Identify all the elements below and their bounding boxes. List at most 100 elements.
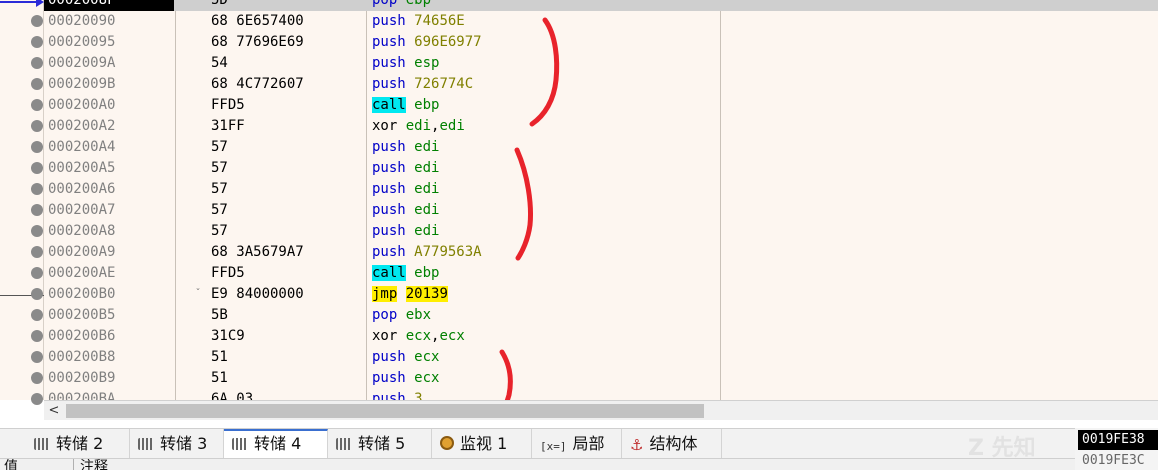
operand-register: ebx [405,307,432,323]
tab-locals[interactable]: [x=] 局部 [532,429,622,459]
instruction-mnemonic: push [372,202,406,218]
disasm-row[interactable]: 000200BA 6A 03 push 3 [44,389,1158,400]
instruction-address: 000200BA [48,391,116,400]
tab-dump-4[interactable]: 转储 4 [224,429,328,459]
breakpoint-dot-icon[interactable] [31,162,43,174]
instruction-address: 000200A2 [48,118,116,134]
breakpoint-dot-icon[interactable] [31,225,43,237]
instruction-bytes: FFD5 [211,97,245,113]
tab-dump-3[interactable]: 转储 3 [130,429,224,459]
breakpoint-dot-icon[interactable] [31,246,43,258]
scroll-left-button[interactable]: < [44,401,64,421]
comment-column-header[interactable]: 注释 [80,459,108,470]
tab-label: 转储 5 [358,434,406,453]
value-column-header[interactable]: 值 [4,459,18,470]
breakpoint-dot-icon[interactable] [31,141,43,153]
breakpoint-dot-icon[interactable] [31,351,43,363]
instruction-text: push 726774C [372,74,473,95]
breakpoint-gutter[interactable] [0,0,44,405]
stack-panel[interactable]: 0019FE38 0019FE3C [1075,428,1158,470]
watermark-logo: Z 先知 [968,436,1036,461]
column-separator[interactable] [73,459,74,470]
disasm-row[interactable]: 000200AE FFD5 call ebp [44,263,1158,284]
operand-register: ebp [414,265,440,281]
tab-watch-1[interactable]: 监视 1 [432,429,532,459]
instruction-mnemonic: push [372,223,406,239]
scrollbar-thumb[interactable] [66,404,704,418]
operand-value: 3 [414,391,423,400]
disasm-row[interactable]: 00020090 68 6E657400 push 74656E [44,11,1158,32]
tab-dump-5[interactable]: 转储 5 [328,429,432,459]
disasm-row[interactable]: 000200A2 31FF xor edi,edi [44,116,1158,137]
instruction-mnemonic: pop [372,0,398,8]
breakpoint-dot-icon[interactable] [31,288,43,300]
disasm-row[interactable]: 000200B6 31C9 xor ecx,ecx [44,326,1158,347]
operand-register: ebp [414,97,440,113]
instruction-address: 000200A9 [48,244,116,260]
instruction-address: 000200AE [48,265,116,281]
dump-icon [138,438,154,450]
disasm-row[interactable]: 000200A6 57 push edi [44,179,1158,200]
tab-label: 转储 4 [254,434,302,453]
disassembly-view[interactable]: 0002008F 5D pop ebp 00020090 68 6E657400 push… [44,0,1158,400]
instruction-text: pop ebp [372,0,431,11]
disasm-row[interactable]: 000200A8 57 push edi [44,221,1158,242]
breakpoint-dot-icon[interactable] [31,78,43,90]
breakpoint-dot-icon[interactable] [31,309,43,321]
operand-register: edi [414,160,440,176]
instruction-bytes: 31FF [211,118,245,134]
operand-register: edi [414,181,440,197]
instruction-text: push ecx [372,347,439,368]
instruction-text: call ebp [372,95,439,116]
instruction-mnemonic: xor [372,328,398,344]
instruction-bytes: 68 77696E69 [211,34,304,50]
disasm-row[interactable]: 000200B8 51 push ecx [44,347,1158,368]
stack-address-current[interactable]: 0019FE38 [1078,430,1158,450]
disasm-row[interactable]: 000200B5 5B pop ebx [44,305,1158,326]
breakpoint-dot-icon[interactable] [31,183,43,195]
disasm-row[interactable]: 000200B0 ˇ E9 84000000 jmp 20139 [44,284,1158,305]
breakpoint-dot-icon[interactable] [31,99,43,111]
instruction-address: 000200A0 [48,97,116,113]
disasm-row[interactable]: 000200A5 57 push edi [44,158,1158,179]
breakpoint-dot-icon[interactable] [31,57,43,69]
disasm-row[interactable]: 000200A4 57 push edi [44,137,1158,158]
breakpoint-dot-icon[interactable] [31,204,43,216]
stack-address[interactable]: 0019FE3C [1078,451,1158,470]
breakpoint-dot-icon[interactable] [31,393,43,405]
instruction-address: 0002008F [44,0,174,11]
tab-dump-2[interactable]: 转储 2 [26,429,130,459]
disasm-row[interactable]: 000200A0 FFD5 call ebp [44,95,1158,116]
instruction-mnemonic: push [372,55,406,71]
instruction-text: call ebp [372,263,439,284]
disasm-row[interactable]: 000200A7 57 push edi [44,200,1158,221]
instruction-text: push A779563A [372,242,482,263]
instruction-mnemonic: push [372,160,406,176]
instruction-mnemonic: push [372,13,406,29]
disasm-row[interactable]: 000200B9 51 push ecx [44,368,1158,389]
breakpoint-dot-icon[interactable] [31,330,43,342]
operand-value: 696E6977 [414,34,482,50]
breakpoint-dot-icon[interactable] [31,267,43,279]
breakpoint-dot-icon[interactable] [31,36,43,48]
instruction-address: 00020095 [48,34,116,50]
horizontal-scrollbar[interactable]: < [44,400,1158,420]
instruction-mnemonic: call [372,265,406,281]
disasm-row[interactable]: 000200A9 68 3A5679A7 push A779563A [44,242,1158,263]
instruction-mnemonic: push [372,370,406,386]
instruction-mnemonic: push [372,34,406,50]
instruction-text: push 74656E [372,11,465,32]
instruction-address: 000200A5 [48,160,116,176]
instruction-bytes: 5B [211,307,228,323]
instruction-bytes: 51 [211,370,228,386]
disasm-row[interactable]: 0002009A 54 push esp [44,53,1158,74]
operand-register: edi [414,139,440,155]
breakpoint-dot-icon[interactable] [31,372,43,384]
operand-register: edi [414,202,440,218]
breakpoint-dot-icon[interactable] [31,120,43,132]
disasm-row[interactable]: 0002009B 68 4C772607 push 726774C [44,74,1158,95]
disasm-row[interactable]: 0002008F 5D pop ebp [44,0,1158,11]
disasm-row[interactable]: 00020095 68 77696E69 push 696E6977 [44,32,1158,53]
tab-struct[interactable]: ⚓ 结构体 [622,429,722,459]
breakpoint-dot-icon[interactable] [31,15,43,27]
